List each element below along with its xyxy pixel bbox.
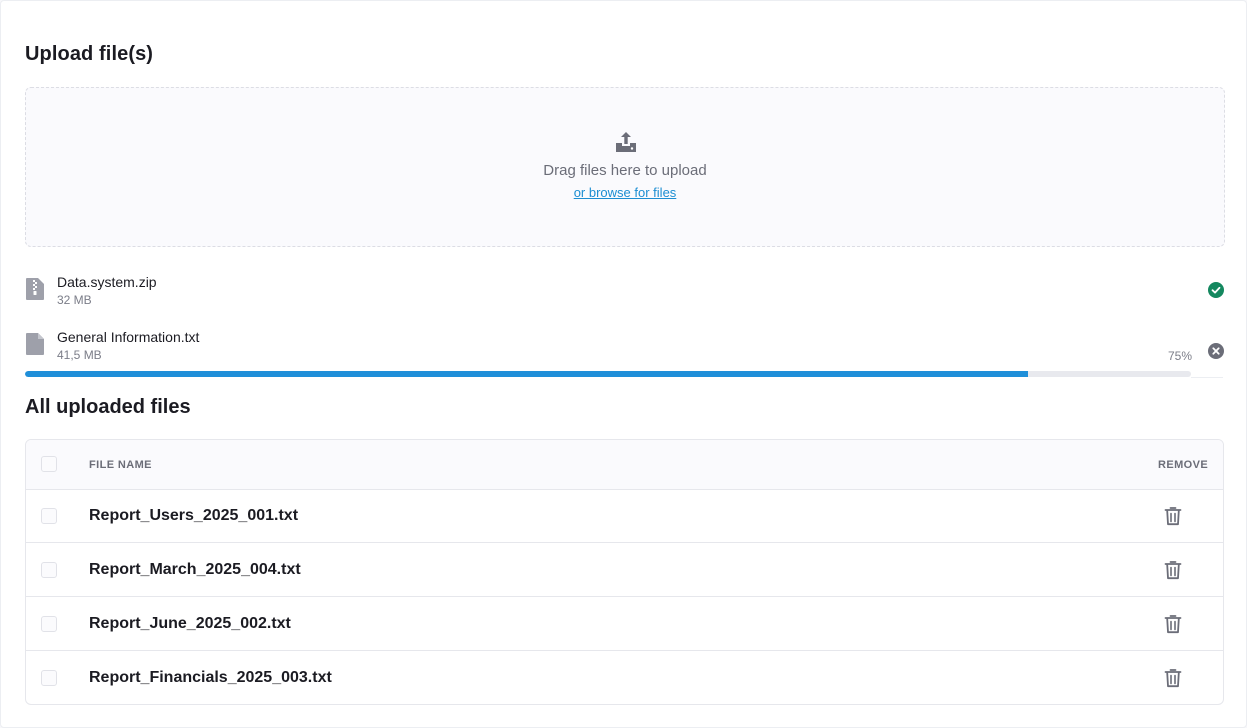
column-header-remove: REMOVE: [1158, 459, 1209, 471]
row-checkbox[interactable]: [41, 670, 57, 686]
browse-files-link[interactable]: or browse for files: [26, 185, 1224, 200]
upload-file-name: Data.system.zip: [57, 274, 157, 290]
select-all-checkbox[interactable]: [41, 456, 57, 472]
file-name-cell: Report_Financials_2025_003.txt: [89, 669, 332, 686]
upload-progress-percent: 75%: [1168, 349, 1193, 363]
row-checkbox[interactable]: [41, 562, 57, 578]
divider: [1191, 377, 1223, 378]
trash-icon[interactable]: [1164, 614, 1182, 634]
upload-item: General Information.txt 41,5 MB 75%: [25, 329, 1225, 373]
file-icon: [26, 333, 44, 355]
upload-progress-fill: [25, 371, 1028, 377]
upload-file-name: General Information.txt: [57, 329, 200, 345]
cancel-upload-icon[interactable]: [1208, 343, 1224, 359]
table-row: Report_Financials_2025_003.txt: [26, 651, 1223, 704]
drag-files-text: Drag files here to upload: [543, 162, 707, 179]
trash-icon[interactable]: [1164, 560, 1182, 580]
check-circle-icon: [1208, 282, 1224, 298]
row-checkbox[interactable]: [41, 508, 57, 524]
upload-file-size: 32 MB: [57, 293, 92, 307]
trash-icon[interactable]: [1164, 506, 1182, 526]
table-header: FILE NAME REMOVE: [26, 440, 1223, 490]
upload-file-size: 41,5 MB: [57, 348, 102, 362]
row-checkbox[interactable]: [41, 616, 57, 632]
upload-panel: Upload file(s) Drag files here to upload…: [0, 0, 1247, 728]
table-row: Report_March_2025_004.txt: [26, 543, 1223, 597]
file-dropzone[interactable]: Drag files here to upload or browse for …: [25, 87, 1225, 247]
upload-tray-icon: [616, 132, 636, 152]
column-header-file-name: FILE NAME: [89, 459, 152, 471]
uploaded-files-title: All uploaded files: [25, 396, 191, 418]
table-row: Report_Users_2025_001.txt: [26, 489, 1223, 543]
upload-title: Upload file(s): [25, 43, 154, 65]
zip-file-icon: [26, 278, 44, 300]
file-name-cell: Report_March_2025_004.txt: [89, 561, 301, 578]
file-name-cell: Report_June_2025_002.txt: [89, 615, 291, 632]
upload-progress-bar: [25, 371, 1191, 377]
trash-icon[interactable]: [1164, 668, 1182, 688]
table-row: Report_June_2025_002.txt: [26, 597, 1223, 651]
upload-item: Data.system.zip 32 MB: [25, 274, 1225, 318]
file-name-cell: Report_Users_2025_001.txt: [89, 507, 299, 524]
uploaded-files-table: FILE NAME REMOVE Report_Users_2025_001.t…: [25, 439, 1224, 705]
